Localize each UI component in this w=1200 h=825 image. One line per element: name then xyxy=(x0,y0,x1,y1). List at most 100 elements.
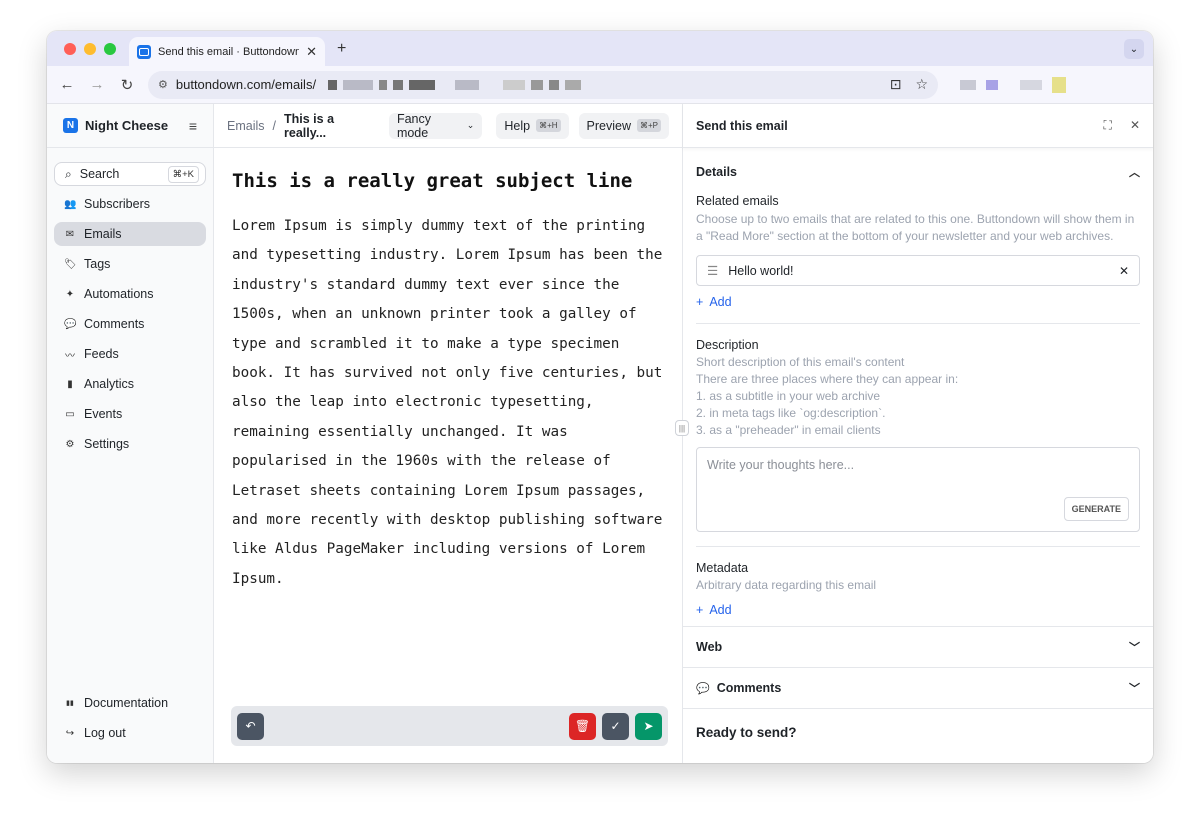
install-app-icon[interactable]: ⊡ xyxy=(890,76,902,93)
chevron-down-icon: ⌄ xyxy=(466,120,475,130)
search-shortcut: ⌘+K xyxy=(167,165,199,183)
panel-resize-handle[interactable]: ||| xyxy=(675,420,689,436)
sidebar-item-label: Feeds xyxy=(84,347,119,361)
save-draft-button[interactable]: ✓ xyxy=(602,712,629,740)
breadcrumb-emails[interactable]: Emails xyxy=(227,119,265,133)
sidebar-item-label: Log out xyxy=(84,726,126,740)
panel-header: Send this email ⛶ ✕ xyxy=(683,104,1153,148)
comments-heading: Comments xyxy=(716,681,782,695)
related-emails-label: Related emails xyxy=(696,194,779,208)
undo-button[interactable]: ↶ xyxy=(237,712,264,740)
extension-icon[interactable] xyxy=(960,79,976,90)
sidebar-item-label: Subscribers xyxy=(84,197,150,211)
window-controls xyxy=(64,42,116,55)
expand-icon[interactable]: ⛶ xyxy=(1104,118,1112,133)
maximize-window-button[interactable] xyxy=(104,42,116,55)
editor-content[interactable]: This is a really great subject line Lore… xyxy=(214,148,682,594)
related-emails-help: Choose up to two emails that are related… xyxy=(696,212,1135,243)
web-section-toggle[interactable]: Web ﹀ xyxy=(683,626,1153,667)
related-email-item: ☰ Hello world! ✕ xyxy=(696,255,1140,286)
new-tab-button[interactable]: + xyxy=(337,40,346,58)
help-shortcut: ⌘+H xyxy=(536,119,561,132)
description-label: Description xyxy=(696,338,759,352)
add-metadata-button[interactable]: + Add xyxy=(696,603,1140,617)
sidebar: N Night Cheese ≡ ⌕ Search ⌘+K 👥 Subscrib… xyxy=(47,104,214,763)
minimize-window-button[interactable] xyxy=(84,42,96,55)
panel-body: Details ︿ Related emails Choose up to tw… xyxy=(683,152,1153,740)
close-icon[interactable]: ✕ xyxy=(1130,118,1140,133)
check-icon: ✓ xyxy=(610,719,621,733)
generate-button[interactable]: GENERATE xyxy=(1063,497,1129,521)
sidebar-item-comments[interactable]: 💬 Comments xyxy=(54,312,206,336)
browser-tab[interactable]: Send this email · Buttondown ✕ xyxy=(129,37,325,66)
extension-icon[interactable] xyxy=(1020,79,1042,90)
undo-icon: ↶ xyxy=(245,719,256,733)
email-editor: Emails / This is a really... Fancy mode … xyxy=(214,104,689,763)
url-input[interactable]: ⚙ buttondown.com/emails/ ⊡ ☆ xyxy=(148,70,938,99)
sidebar-item-analytics[interactable]: ▮ Analytics xyxy=(54,372,206,396)
sidebar-item-events[interactable]: ▭ Events xyxy=(54,402,206,426)
sidebar-item-automations[interactable]: ✦ Automations xyxy=(54,282,206,306)
tab-title: Send this email · Buttondown xyxy=(158,45,300,58)
sidebar-nav: 👥 Subscribers ✉ Emails 🏷 Tags ✦ Automati… xyxy=(47,192,213,456)
drag-handle-icon[interactable]: ☰ xyxy=(707,263,718,278)
sidebar-item-tags[interactable]: 🏷 Tags xyxy=(54,252,206,276)
chevron-up-icon: ︿ xyxy=(1129,167,1140,179)
sidebar-item-settings[interactable]: ⚙ Settings xyxy=(54,432,206,456)
sidebar-item-subscribers[interactable]: 👥 Subscribers xyxy=(54,192,206,216)
menu-icon[interactable]: ≡ xyxy=(189,118,197,134)
description-textarea[interactable]: Write your thoughts here... GENERATE xyxy=(696,447,1140,532)
close-window-button[interactable] xyxy=(64,42,76,55)
send-email-panel: Send this email ⛶ ✕ Details ︿ Related em… xyxy=(683,104,1153,763)
logout-icon: ↪ xyxy=(65,727,75,739)
tab-search-button[interactable]: ⌄ xyxy=(1124,39,1144,59)
editor-header: Emails / This is a really... Fancy mode … xyxy=(214,104,682,148)
sidebar-item-label: Events xyxy=(84,407,123,421)
delete-button[interactable]: 🗑 xyxy=(569,712,596,740)
help-label: Help xyxy=(504,118,531,133)
reload-icon[interactable]: ↻ xyxy=(112,76,142,94)
brand-header: N Night Cheese ≡ xyxy=(47,104,213,148)
sidebar-item-emails[interactable]: ✉ Emails xyxy=(54,222,206,246)
comments-section-toggle[interactable]: 💬 Comments ﹀ xyxy=(683,667,1153,708)
url-text: buttondown.com/emails/ xyxy=(175,77,317,92)
editor-mode-dropdown[interactable]: Fancy mode ⌄ xyxy=(388,112,483,140)
sidebar-item-label: Settings xyxy=(84,437,130,451)
breadcrumb-current: This is a really... xyxy=(284,111,335,140)
remove-related-email-icon[interactable]: ✕ xyxy=(1119,264,1129,278)
ready-to-send-heading: Ready to send? xyxy=(683,708,1153,740)
bookmark-star-icon[interactable]: ☆ xyxy=(915,76,928,93)
sidebar-footer: ▮▮ Documentation ↪ Log out xyxy=(47,685,213,751)
related-email-title: Hello world! xyxy=(728,263,794,278)
profile-avatar[interactable] xyxy=(1052,76,1066,93)
metadata-label: Metadata xyxy=(696,561,749,575)
search-button[interactable]: ⌕ Search ⌘+K xyxy=(54,162,206,186)
chat-bubbles-icon: 💬 xyxy=(64,318,77,330)
redacted-url-segment xyxy=(328,79,582,90)
subject-line-input[interactable]: This is a really great subject line xyxy=(232,170,667,192)
chevron-down-icon: ﹀ xyxy=(1129,642,1140,654)
search-label: Search xyxy=(79,167,120,181)
editor-toolbar: ↶ 🗑 ✓ ➤ xyxy=(231,706,668,746)
tab-close-icon[interactable]: ✕ xyxy=(306,44,317,60)
preview-button[interactable]: Preview ⌘+P xyxy=(578,112,669,139)
site-settings-icon[interactable]: ⚙ xyxy=(158,78,168,91)
details-heading: Details xyxy=(696,165,737,179)
sidebar-item-documentation[interactable]: ▮▮ Documentation xyxy=(54,691,206,715)
sidebar-item-feeds[interactable]: 〰 Feeds xyxy=(54,342,206,366)
sidebar-item-label: Comments xyxy=(84,317,145,331)
send-button[interactable]: ➤ xyxy=(635,712,662,740)
sidebar-item-logout[interactable]: ↪ Log out xyxy=(54,721,206,745)
add-related-email-button[interactable]: + Add xyxy=(696,295,1140,309)
email-body-textarea[interactable]: Lorem Ipsum is simply dummy text of the … xyxy=(232,212,667,594)
newsletter-logo-icon: N xyxy=(63,118,78,133)
newsletter-name[interactable]: Night Cheese xyxy=(85,118,182,133)
back-arrow-icon[interactable]: ← xyxy=(52,76,82,93)
forward-arrow-icon[interactable]: → xyxy=(82,76,112,93)
panel-title: Send this email xyxy=(696,118,788,133)
help-button[interactable]: Help ⌘+H xyxy=(496,112,569,139)
extension-icon[interactable] xyxy=(986,79,998,90)
details-section-toggle[interactable]: Details ︿ xyxy=(696,152,1140,192)
sidebar-item-label: Analytics xyxy=(84,377,135,391)
buttondown-favicon-icon xyxy=(137,44,151,59)
